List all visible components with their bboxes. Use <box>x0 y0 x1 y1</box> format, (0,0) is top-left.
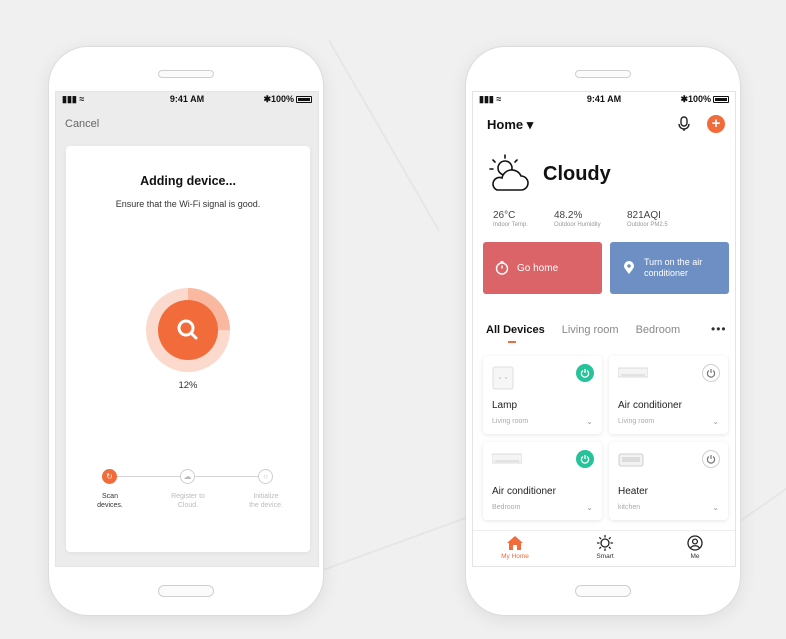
user-icon <box>687 535 703 551</box>
device-room: Bedroom <box>492 504 521 511</box>
tab-bedroom[interactable]: Bedroom <box>636 324 681 336</box>
weather-condition: Cloudy <box>543 163 611 185</box>
phone-home: ▮▮▮ ≈ 9:41 AM ✱100% Home ▾ + Cloudy 26°C… <box>465 46 741 616</box>
microphone-icon[interactable] <box>676 116 692 132</box>
home-icon <box>507 536 523 550</box>
device-room: kitchen <box>618 504 641 511</box>
background-line <box>740 474 786 522</box>
device-name: Heater <box>618 486 649 497</box>
phone-home-button <box>158 585 214 597</box>
background-line <box>328 40 440 232</box>
stat-value: 48.2% <box>554 210 583 221</box>
location-pin-icon <box>624 261 634 274</box>
bottom-navigation: My Home Smart Me <box>473 530 735 566</box>
nav-label: Smart <box>596 553 614 560</box>
status-bar: ▮▮▮ ≈ 9:41 AM ✱100% <box>473 92 735 106</box>
chevron-down-icon[interactable]: ⌄ <box>586 503 593 512</box>
timer-icon <box>495 261 509 275</box>
stat-value: 26°C <box>493 210 516 221</box>
device-room: Living room <box>618 418 655 425</box>
initialize-step-icon: ○ <box>258 469 273 484</box>
battery-text: ✱100% <box>680 94 711 104</box>
power-toggle[interactable] <box>702 450 720 468</box>
sun-icon <box>596 535 614 551</box>
scene-air-conditioner[interactable]: Turn on the air conditioner <box>610 242 729 294</box>
power-icon <box>706 455 716 464</box>
power-toggle[interactable] <box>702 364 720 382</box>
nav-label: Me <box>690 553 700 560</box>
nav-my-home[interactable]: My Home <box>485 535 545 560</box>
tab-all-devices[interactable]: All Devices <box>486 324 545 336</box>
device-room: Living room <box>492 418 529 425</box>
scene-go-home[interactable]: Go home <box>483 242 602 294</box>
adding-title: Adding device... <box>140 174 236 188</box>
lamp-icon <box>492 366 514 390</box>
indoor-temp-stat: 26°C Indoor Temp. <box>493 210 528 228</box>
nav-label: My Home <box>501 553 529 560</box>
device-card-air-conditioner[interactable]: Air conditioner Bedroom ⌄ <box>483 442 602 520</box>
battery-text: ✱100% <box>263 94 294 104</box>
room-tabs: All Devices Living room Bedroom <box>486 324 680 336</box>
device-name: Lamp <box>492 400 518 411</box>
device-name: Air conditioner <box>492 486 556 497</box>
cloudy-weather-icon <box>489 154 529 191</box>
step-label-scan: Scan devices. <box>97 493 123 509</box>
battery-icon <box>296 96 312 103</box>
add-device-button[interactable]: + <box>707 115 725 133</box>
device-card-air-conditioner[interactable]: Air conditioner Living room ⌄ <box>609 356 728 434</box>
phone-adding-device: ▮▮▮ ≈ 9:41 AM ✱100% Cancel Adding device… <box>48 46 324 616</box>
nav-smart[interactable]: Smart <box>575 535 635 560</box>
pm25-stat: 821AQI Outdoor PM2.5 <box>627 210 668 228</box>
power-icon <box>580 455 590 464</box>
phone-speaker <box>158 70 214 78</box>
power-toggle[interactable] <box>576 364 594 382</box>
stat-label: Outdoor Humidity <box>554 222 601 228</box>
progress-percent: 12% <box>178 380 198 391</box>
more-icon[interactable]: ••• <box>711 322 727 336</box>
stat-label: Indoor Temp. <box>493 222 528 228</box>
battery-icon <box>713 96 729 103</box>
home-screen: ▮▮▮ ≈ 9:41 AM ✱100% Home ▾ + Cloudy 26°C… <box>472 91 736 567</box>
adding-device-screen: ▮▮▮ ≈ 9:41 AM ✱100% Cancel Adding device… <box>55 91 319 567</box>
power-toggle[interactable] <box>576 450 594 468</box>
stat-value: 821AQI <box>627 210 661 221</box>
scene-label: Go home <box>517 262 559 274</box>
humidity-stat: 48.2% Outdoor Humidity <box>554 210 601 228</box>
battery-indicator: ✱100% <box>680 94 729 105</box>
scene-label: Turn on the air conditioner <box>644 257 703 278</box>
tab-living-room[interactable]: Living room <box>562 324 619 336</box>
chevron-down-icon[interactable]: ⌄ <box>712 417 719 426</box>
cancel-button[interactable]: Cancel <box>65 118 99 130</box>
heater-icon <box>618 453 644 467</box>
progress-ring <box>146 288 230 372</box>
cloud-step-icon: ☁ <box>180 469 195 484</box>
scan-step-icon: ↻ <box>102 469 117 484</box>
adding-subtitle: Ensure that the Wi-Fi signal is good. <box>115 199 261 209</box>
air-conditioner-icon <box>492 453 522 464</box>
nav-me[interactable]: Me <box>665 535 725 560</box>
device-name: Air conditioner <box>618 400 682 411</box>
battery-indicator: ✱100% <box>263 94 312 105</box>
stat-label: Outdoor PM2.5 <box>627 222 668 228</box>
adding-device-card: Adding device... Ensure that the Wi-Fi s… <box>66 146 310 552</box>
active-tab-indicator <box>508 341 516 343</box>
status-bar: ▮▮▮ ≈ 9:41 AM ✱100% <box>56 92 318 106</box>
device-card-lamp[interactable]: Lamp Living room ⌄ <box>483 356 602 434</box>
chevron-down-icon[interactable]: ⌄ <box>586 417 593 426</box>
chevron-down-icon[interactable]: ⌄ <box>712 503 719 512</box>
phone-home-button <box>575 585 631 597</box>
home-selector[interactable]: Home ▾ <box>487 117 533 133</box>
air-conditioner-icon <box>618 367 648 378</box>
step-label-initialize: Initialize the device. <box>249 493 283 509</box>
device-card-heater[interactable]: Heater kitchen ⌄ <box>609 442 728 520</box>
background-line <box>320 515 472 572</box>
phone-speaker <box>575 70 631 78</box>
power-icon <box>580 369 590 378</box>
power-icon <box>706 369 716 378</box>
step-label-register: Register to Cloud. <box>171 493 205 509</box>
